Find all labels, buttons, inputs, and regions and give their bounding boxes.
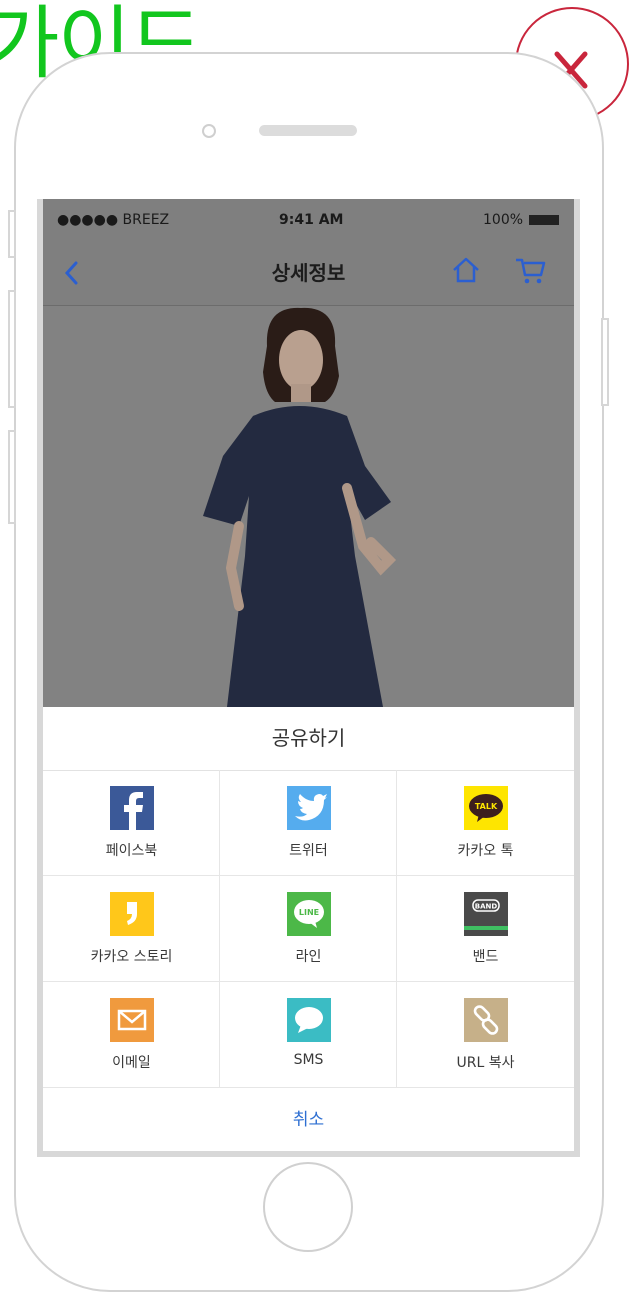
nav-bar: 상세정보	[43, 241, 574, 306]
share-label: 카카오 톡	[457, 843, 514, 859]
share-label: 페이스북	[105, 843, 158, 859]
battery-percent: 100%	[483, 212, 524, 228]
email-icon	[110, 998, 154, 1042]
share-sheet: 공유하기 페이스북 트위터 TALK 카카오 톡 카카오 스토리 LINE 라인…	[43, 707, 574, 1151]
share-label: 트위터	[289, 843, 328, 859]
share-sheet-title: 공유하기	[43, 707, 574, 771]
band-icon: BAND	[464, 892, 508, 936]
kakaotalk-icon: TALK	[464, 786, 508, 830]
share-label: SMS	[293, 1052, 324, 1068]
share-label: 카카오 스토리	[90, 949, 173, 965]
share-twitter[interactable]: 트위터	[220, 770, 397, 876]
status-bar: ●●●●● BREEZ 9:41 AM 100%	[43, 199, 574, 241]
share-email[interactable]: 이메일	[43, 982, 220, 1088]
front-camera	[202, 124, 216, 138]
kakaotalk-badge: TALK	[475, 802, 498, 811]
share-kakaotalk[interactable]: TALK 카카오 톡	[397, 770, 574, 876]
page-title: 상세정보	[271, 261, 346, 285]
cancel-button[interactable]: 취소	[43, 1089, 574, 1151]
model-photo	[203, 307, 397, 707]
share-url-copy[interactable]: URL 복사	[397, 982, 574, 1088]
phone-volume-up	[8, 290, 16, 408]
band-badge: BAND	[475, 903, 498, 911]
share-grid: 페이스북 트위터 TALK 카카오 톡 카카오 스토리 LINE 라인 BAND…	[43, 770, 574, 1089]
phone-mute-switch	[8, 210, 16, 258]
link-icon	[464, 998, 508, 1042]
share-label: 라인	[295, 949, 322, 965]
share-label: URL 복사	[456, 1055, 515, 1071]
cart-icon[interactable]	[513, 255, 547, 287]
twitter-icon	[287, 786, 331, 830]
home-button[interactable]	[263, 1162, 353, 1252]
share-label: 이메일	[112, 1055, 151, 1071]
share-label: 밴드	[472, 949, 499, 965]
share-band[interactable]: BAND 밴드	[397, 876, 574, 982]
home-icon[interactable]	[451, 255, 481, 285]
facebook-icon	[110, 786, 154, 830]
earpiece-speaker	[259, 125, 357, 136]
status-time: 9:41 AM	[279, 212, 344, 228]
phone-power-button	[601, 318, 609, 406]
share-facebook[interactable]: 페이스북	[43, 770, 220, 876]
carrier-label: ●●●●● BREEZ	[57, 212, 170, 228]
share-kakaostory[interactable]: 카카오 스토리	[43, 876, 220, 982]
share-line[interactable]: LINE 라인	[220, 876, 397, 982]
share-sms[interactable]: SMS	[220, 982, 397, 1088]
battery-icon	[529, 215, 559, 225]
line-icon: LINE	[287, 892, 331, 936]
product-image	[43, 306, 574, 707]
phone-screen: ●●●●● BREEZ 9:41 AM 100% 상세정보 공유하기 페이스북 …	[37, 199, 580, 1157]
line-badge: LINE	[299, 908, 319, 917]
kakaostory-icon	[110, 892, 154, 936]
phone-volume-down	[8, 430, 16, 524]
sms-icon	[287, 998, 331, 1042]
